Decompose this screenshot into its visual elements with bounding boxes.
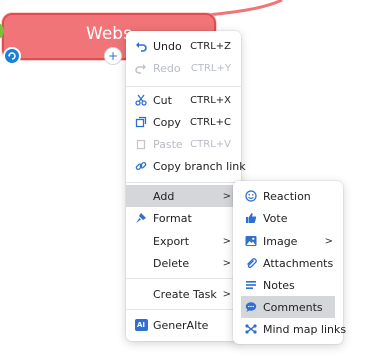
scissors-icon — [134, 93, 148, 107]
menu-item-redo: Redo CTRL+Y — [126, 57, 241, 79]
submenu-label-notes: Notes — [263, 278, 295, 292]
submenu-label-vote: Vote — [263, 211, 288, 225]
image-icon — [244, 234, 258, 248]
submenu-item-notes[interactable]: Notes — [233, 274, 343, 296]
submenu-item-attachments[interactable]: Attachments — [233, 252, 343, 274]
shortcut-cut: CTRL+X — [190, 94, 231, 106]
submenu-arrow: > — [222, 288, 231, 300]
paintbrush-icon — [134, 211, 148, 225]
menu-separator — [126, 86, 241, 87]
menu-item-copy-branch-link[interactable]: Copy branch link — [126, 155, 246, 177]
notes-icon — [244, 278, 258, 292]
menu-item-add[interactable]: Add > — [126, 185, 241, 207]
menu-item-cut[interactable]: Cut CTRL+X — [126, 89, 241, 111]
add-submenu: Reaction Vote Image > Attachments Notes … — [233, 181, 347, 344]
menu-label-cut: Cut — [153, 93, 172, 107]
shortcut-undo: CTRL+Z — [190, 40, 231, 52]
comment-icon — [244, 300, 258, 314]
menu-item-create-task[interactable]: Create Task > — [126, 283, 241, 305]
menu-item-copy[interactable]: Copy CTRL+C — [126, 111, 241, 133]
submenu-item-reaction[interactable]: Reaction — [233, 185, 343, 207]
submenu-arrow: > — [222, 235, 231, 247]
submenu-item-mind-map-links[interactable]: Mind map links — [233, 318, 347, 340]
submenu-item-image[interactable]: Image > — [233, 230, 343, 252]
redo-icon — [134, 61, 148, 75]
shortcut-copy: CTRL+C — [190, 116, 231, 128]
menu-label-undo: Undo — [153, 39, 182, 53]
submenu-label-reaction: Reaction — [263, 189, 311, 203]
refresh-icon — [8, 52, 16, 60]
shortcut-redo: CTRL+Y — [190, 62, 231, 74]
submenu-item-comments[interactable]: Comments — [241, 296, 335, 318]
menu-item-undo[interactable]: Undo CTRL+Z — [126, 35, 241, 57]
submenu-item-vote[interactable]: Vote — [233, 207, 343, 229]
menu-item-paste: Paste CTRL+V — [126, 133, 241, 155]
menu-label-copy: Copy — [153, 115, 181, 129]
paste-icon — [134, 137, 148, 151]
menu-item-format[interactable]: Format — [126, 207, 241, 229]
menu-label-generaite: GenerAIte — [153, 318, 209, 332]
menu-item-generaite[interactable]: AI GenerAIte — [126, 314, 241, 336]
paperclip-icon — [244, 256, 258, 270]
submenu-arrow: > — [222, 190, 231, 202]
menu-separator — [126, 278, 241, 279]
collapse-branch-button[interactable] — [3, 47, 21, 65]
submenu-arrow: > — [222, 257, 231, 269]
mindmap-link-icon — [244, 322, 258, 336]
smiley-icon — [244, 189, 258, 203]
menu-item-export[interactable]: Export > — [126, 230, 241, 252]
menu-label-export: Export — [153, 234, 190, 248]
submenu-label-mind-map-links: Mind map links — [263, 322, 347, 336]
menu-label-create-task: Create Task — [153, 287, 217, 301]
undo-icon — [134, 39, 148, 53]
menu-label-paste: Paste — [153, 137, 183, 151]
add-child-node-button[interactable]: + — [104, 47, 122, 65]
link-icon — [134, 159, 148, 173]
submenu-label-attachments: Attachments — [263, 256, 334, 270]
mind-map-canvas[interactable]: Webs + Undo CTRL+Z Redo CTRL+Y Cut CTRL+… — [0, 0, 382, 356]
menu-item-delete[interactable]: Delete > — [126, 252, 241, 274]
menu-label-delete: Delete — [153, 256, 190, 270]
menu-label-format: Format — [153, 211, 192, 225]
submenu-label-image: Image — [263, 234, 298, 248]
menu-separator — [126, 182, 241, 183]
shortcut-paste: CTRL+V — [190, 138, 231, 150]
menu-label-redo: Redo — [153, 61, 181, 75]
submenu-arrow: > — [324, 235, 333, 247]
submenu-label-comments: Comments — [263, 300, 323, 314]
plus-icon: + — [107, 49, 119, 63]
thumbs-up-icon — [244, 211, 258, 225]
ai-icon: AI — [134, 318, 148, 332]
copy-icon — [134, 115, 148, 129]
ai-badge: AI — [134, 319, 148, 331]
menu-label-copy-branch-link: Copy branch link — [153, 159, 246, 173]
context-menu: Undo CTRL+Z Redo CTRL+Y Cut CTRL+X Copy … — [126, 31, 246, 341]
menu-separator — [126, 309, 241, 310]
menu-label-add: Add — [153, 189, 175, 203]
